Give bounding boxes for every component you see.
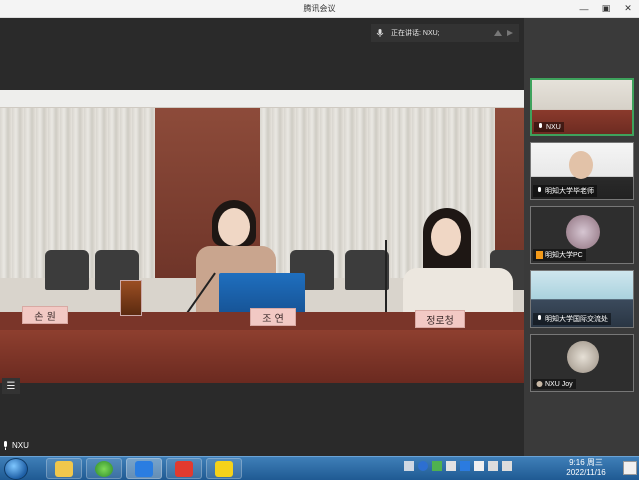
help-icon[interactable] — [418, 461, 428, 471]
browser-button[interactable] — [86, 458, 122, 479]
network-icon[interactable] — [432, 461, 442, 471]
security-icon[interactable] — [460, 461, 470, 471]
browser-icon — [95, 460, 113, 477]
signal-icon[interactable] — [488, 461, 498, 471]
participant-sidebar: NXU 明知大学毕老师 明知大学PC 明知大学国际交流处 NXU Joy — [524, 18, 639, 456]
participant-tile-5[interactable]: NXU Joy — [530, 334, 634, 392]
keyboard-icon[interactable] — [404, 461, 414, 471]
close-button[interactable]: ✕ — [621, 2, 635, 15]
self-name: NXU — [12, 441, 29, 450]
player-icon — [215, 460, 233, 477]
player-button[interactable] — [206, 458, 242, 479]
tencent-meeting-button[interactable] — [126, 458, 162, 479]
speaking-indicator: 正在讲话: NXU; — [371, 24, 519, 42]
microphone-icon — [4, 441, 7, 450]
participant-name: 明知大学PC — [545, 252, 583, 259]
main-video-area: 正在讲话: NXU; 손 원 조 연 정로청 ☰ — [0, 18, 524, 456]
clock-time: 9:16 周三 — [569, 458, 603, 467]
self-audio-indicator: NXU — [2, 441, 29, 450]
participant-tile-4[interactable]: 明知大学国际交流处 — [530, 270, 634, 328]
notification-button[interactable] — [623, 461, 637, 475]
microphone-icon — [376, 29, 384, 37]
microphone-icon — [538, 315, 541, 320]
participant-name: NXU Joy — [545, 380, 573, 388]
participant-name: NXU — [546, 123, 561, 131]
start-button[interactable] — [4, 458, 28, 480]
layout-icon[interactable] — [493, 28, 503, 38]
nameplate-3: 정로청 — [415, 310, 465, 328]
main-video-feed: 손 원 조 연 정로청 — [0, 90, 524, 383]
participant-tile-3[interactable]: 明知大学PC — [530, 206, 634, 264]
volume-icon[interactable] — [502, 461, 512, 471]
folder-icon — [55, 460, 73, 477]
window-title: 腾讯会议 — [303, 4, 336, 13]
nameplate-1: 손 원 — [22, 306, 68, 324]
member-list-button[interactable]: ☰ — [2, 378, 20, 394]
flag-icon[interactable] — [474, 461, 484, 471]
wps-button[interactable] — [166, 458, 202, 479]
participant-tile-2[interactable]: 明知大学毕老师 — [530, 142, 634, 200]
nameplate-2: 조 연 — [250, 308, 296, 326]
microphone-icon — [538, 187, 541, 192]
system-tray — [404, 461, 512, 471]
user-icon — [536, 251, 543, 259]
speaking-text: 正在讲话: NXU; — [391, 30, 440, 37]
maximize-button[interactable]: ▣ — [599, 2, 613, 15]
participant-name: 明知大学国际交流处 — [545, 316, 608, 323]
collapse-icon[interactable] — [505, 28, 515, 38]
title-bar: 腾讯会议 — ▣ ✕ — [0, 0, 639, 18]
file-explorer-button[interactable] — [46, 458, 82, 479]
system-clock[interactable]: 9:16 周三 2022/11/16 — [560, 458, 612, 478]
clock-date: 2022/11/16 — [566, 468, 606, 477]
wps-icon — [175, 460, 193, 477]
participant-name: 明知大学毕老师 — [545, 188, 594, 195]
meeting-icon — [135, 460, 153, 477]
taskbar: 9:16 周三 2022/11/16 — [0, 456, 639, 480]
minimize-button[interactable]: — — [577, 2, 591, 15]
participant-tile-1[interactable]: NXU — [530, 78, 634, 136]
microphone-icon — [539, 123, 542, 128]
avatar-icon — [536, 381, 543, 387]
battery-icon[interactable] — [446, 461, 456, 471]
